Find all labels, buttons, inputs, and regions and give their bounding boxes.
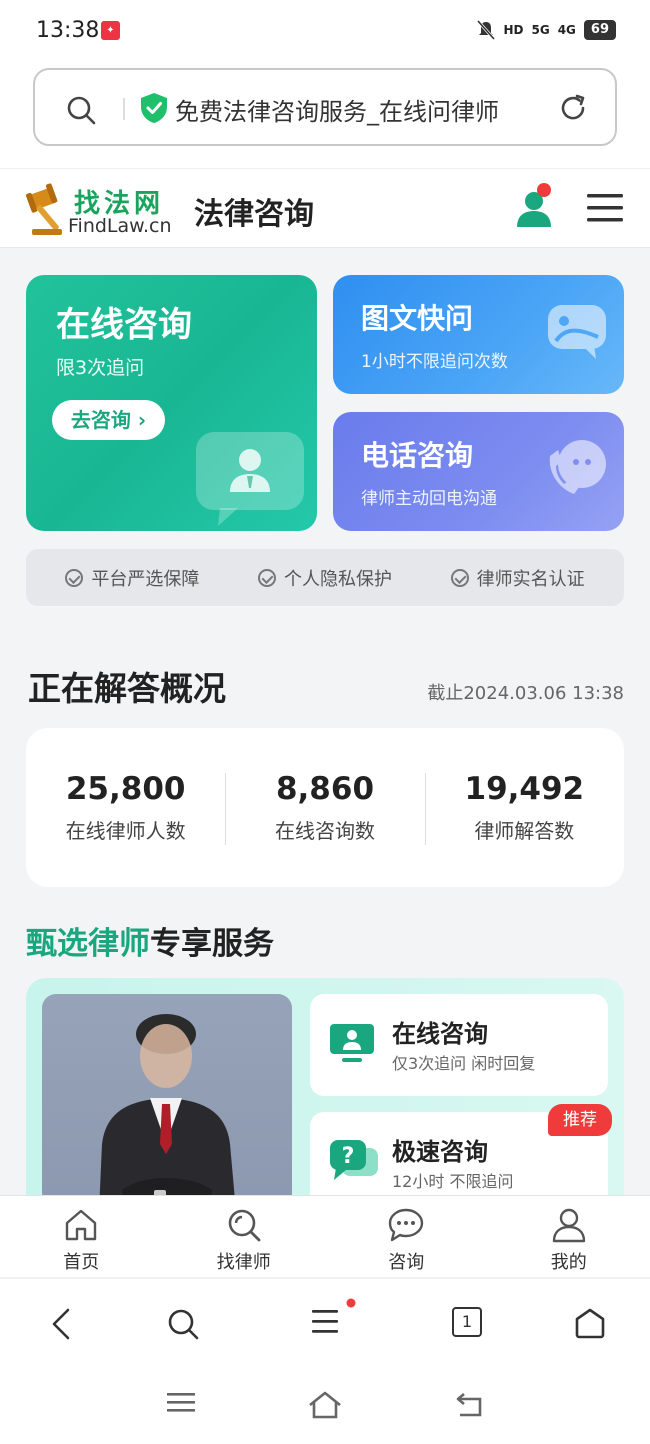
bottom-tab-bar: 首页 找律师 咨询 我的 bbox=[0, 1195, 650, 1277]
app-notification-icon: ✦ bbox=[101, 21, 120, 40]
picture-consult-card[interactable]: 图文快问 1小时不限追问次数 bbox=[333, 275, 624, 394]
findlaw-logo[interactable]: 找法网 FindLaw.cn bbox=[26, 179, 171, 239]
service-title: 在线咨询 bbox=[392, 1020, 488, 1048]
check-circle-icon bbox=[450, 568, 469, 587]
tab-label: 咨询 bbox=[388, 1252, 425, 1273]
page-url-title[interactable]: 免费法律咨询服务_在线问律师 bbox=[175, 92, 539, 127]
stats-date: 截止2024.03.06 13:38 bbox=[427, 683, 624, 704]
shield-check-icon bbox=[141, 93, 167, 123]
search-icon[interactable] bbox=[166, 1307, 200, 1341]
service-sub: 12小时 不限追问 bbox=[392, 1172, 514, 1191]
tab-home[interactable]: 首页 bbox=[0, 1196, 163, 1277]
menu-notification-icon[interactable] bbox=[308, 1297, 358, 1343]
stats-card: 25,800 在线律师人数 8,860 在线咨询数 19,492 律师解答数 bbox=[26, 728, 624, 887]
system-home-icon[interactable] bbox=[307, 1390, 343, 1420]
lawyer-portrait-image bbox=[98, 1014, 238, 1228]
tabs-count-button[interactable]: 1 bbox=[452, 1307, 482, 1337]
service-title: 极速咨询 bbox=[392, 1138, 488, 1166]
tab-consult[interactable]: 咨询 bbox=[325, 1196, 488, 1277]
guarantee-item: 平台严选保障 bbox=[65, 565, 199, 591]
check-circle-icon bbox=[257, 568, 276, 587]
hd-icon: HD bbox=[503, 23, 524, 37]
picture-consult-sub: 1小时不限追问次数 bbox=[361, 352, 508, 372]
stats-section-title: 正在解答概况 bbox=[28, 669, 226, 708]
phone-chat-icon bbox=[549, 440, 606, 494]
search-icon bbox=[228, 1209, 261, 1242]
status-indicators: HD 5G 4G 69 bbox=[477, 20, 616, 40]
phone-consult-card[interactable]: 电话咨询 律师主动回电沟通 bbox=[333, 412, 624, 531]
stat-label: 律师解答数 bbox=[474, 819, 575, 843]
online-consult-sub: 限3次追问 bbox=[56, 357, 145, 379]
logo-text-en: FindLaw.cn bbox=[68, 215, 172, 237]
picture-consult-title: 图文快问 bbox=[361, 302, 474, 335]
stat-label: 在线咨询数 bbox=[274, 819, 375, 843]
system-back-icon[interactable] bbox=[454, 1390, 486, 1418]
stat-lawyer-answers: 19,492 律师解答数 bbox=[424, 771, 624, 845]
online-consult-card[interactable]: 在线咨询 限3次追问 去咨询 › bbox=[26, 275, 317, 531]
tab-label: 我的 bbox=[550, 1252, 587, 1273]
address-bar[interactable]: 免费法律咨询服务_在线问律师 bbox=[33, 68, 617, 146]
stat-value: 8,860 bbox=[275, 771, 375, 807]
address-divider bbox=[123, 98, 125, 120]
tab-label: 首页 bbox=[63, 1252, 100, 1273]
reload-icon[interactable] bbox=[557, 92, 589, 124]
check-circle-icon bbox=[65, 568, 84, 587]
status-time: 13:38 bbox=[36, 18, 100, 43]
chat-icon bbox=[389, 1208, 424, 1242]
profile-icon bbox=[552, 1208, 585, 1243]
monitor-lawyer-icon bbox=[330, 1024, 374, 1062]
mute-bell-icon bbox=[477, 20, 496, 40]
site-header: 找法网 FindLaw.cn 法律咨询 bbox=[0, 168, 650, 248]
tab-find-lawyer[interactable]: 找律师 bbox=[163, 1196, 326, 1277]
system-nav-bar bbox=[0, 1370, 650, 1444]
phone-consult-sub: 律师主动回电沟通 bbox=[361, 489, 497, 509]
browser-toolbar: 免费法律咨询服务_在线问律师 bbox=[0, 60, 650, 168]
guarantee-item: 个人隐私保护 bbox=[257, 565, 392, 591]
tab-label: 找律师 bbox=[216, 1252, 271, 1273]
stat-online-consults: 8,860 在线咨询数 bbox=[225, 771, 424, 845]
stat-label: 在线律师人数 bbox=[65, 819, 186, 843]
stat-value: 19,492 bbox=[464, 771, 585, 807]
lawyer-photo[interactable] bbox=[42, 994, 292, 1228]
lawyer-panel: 在线咨询 仅3次追问 闲时回复 ? 极速咨询 12小时 不限追问 推荐 bbox=[26, 978, 624, 1228]
status-bar: 13:38 ✦ HD 5G 4G 69 bbox=[0, 0, 650, 60]
tab-mine[interactable]: 我的 bbox=[488, 1196, 650, 1277]
menu-icon[interactable] bbox=[586, 191, 624, 225]
home-icon bbox=[66, 1209, 97, 1241]
user-notification-icon[interactable] bbox=[514, 183, 558, 229]
svg-text:?: ? bbox=[342, 1144, 355, 1169]
search-icon[interactable] bbox=[65, 94, 97, 126]
image-chat-icon bbox=[548, 305, 606, 359]
question-chat-icon: ? bbox=[330, 1140, 378, 1180]
service-sub: 仅3次追问 闲时回复 bbox=[392, 1054, 536, 1073]
back-icon[interactable] bbox=[48, 1307, 76, 1341]
stat-online-lawyers: 25,800 在线律师人数 bbox=[26, 771, 225, 844]
lawyer-chat-icon bbox=[196, 432, 304, 526]
browser-nav-bar: 1 bbox=[0, 1278, 650, 1370]
guarantee-item: 律师实名认证 bbox=[450, 565, 585, 591]
home-icon[interactable] bbox=[574, 1307, 606, 1339]
phone-consult-title: 电话咨询 bbox=[361, 439, 474, 472]
5g-signal-icon: 5G bbox=[531, 23, 550, 37]
page-title: 法律咨询 bbox=[194, 197, 314, 232]
4g-signal-icon: 4G bbox=[557, 23, 576, 37]
go-consult-button[interactable]: 去咨询 › bbox=[52, 400, 165, 440]
recommend-badge: 推荐 bbox=[548, 1104, 612, 1136]
service-online-consult[interactable]: 在线咨询 仅3次追问 闲时回复 bbox=[310, 994, 608, 1096]
recent-apps-icon[interactable] bbox=[166, 1390, 196, 1416]
battery-icon: 69 bbox=[583, 20, 616, 40]
guarantee-bar: 平台严选保障 个人隐私保护 律师实名认证 bbox=[26, 549, 624, 606]
lawyer-section-title: 甄选律师专享服务 bbox=[26, 926, 274, 962]
online-consult-title: 在线咨询 bbox=[56, 305, 192, 345]
stat-value: 25,800 bbox=[65, 771, 186, 807]
